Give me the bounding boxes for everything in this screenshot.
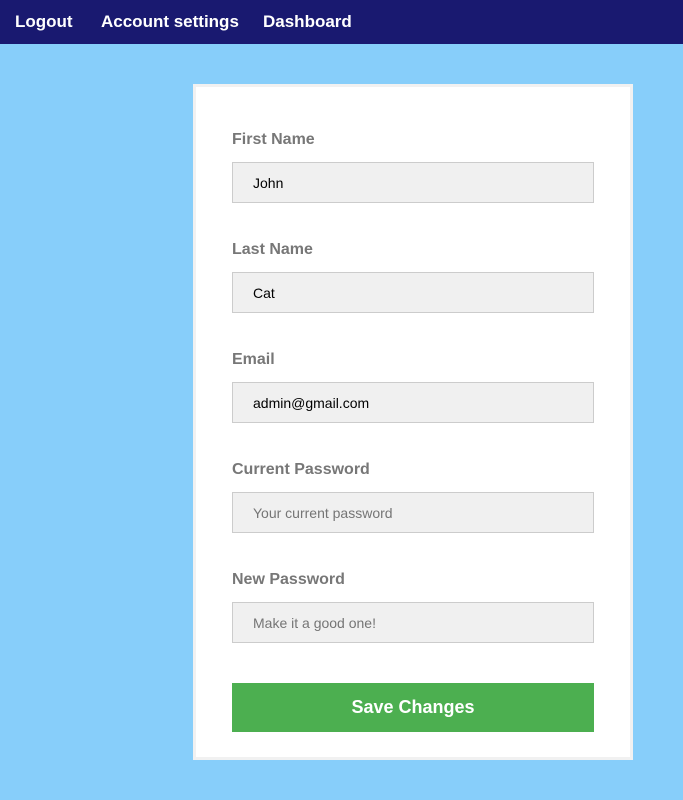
logout-link[interactable]: Logout xyxy=(15,0,73,44)
top-navigation-bar: Logout Account settings Dashboard xyxy=(0,0,683,44)
current-password-label: Current Password xyxy=(232,461,370,478)
account-settings-form: First Name Last Name Email Current Passw… xyxy=(193,84,633,760)
new-password-label: New Password xyxy=(232,571,345,588)
last-name-field[interactable] xyxy=(232,272,594,313)
account-settings-link[interactable]: Account settings xyxy=(101,0,239,44)
first-name-label: First Name xyxy=(232,131,315,148)
last-name-label: Last Name xyxy=(232,241,313,258)
dashboard-link[interactable]: Dashboard xyxy=(263,0,352,44)
email-field[interactable] xyxy=(232,382,594,423)
current-password-field[interactable] xyxy=(232,492,594,533)
first-name-field[interactable] xyxy=(232,162,594,203)
email-label: Email xyxy=(232,351,275,368)
new-password-field[interactable] xyxy=(232,602,594,643)
save-changes-button[interactable]: Save Changes xyxy=(232,683,594,732)
